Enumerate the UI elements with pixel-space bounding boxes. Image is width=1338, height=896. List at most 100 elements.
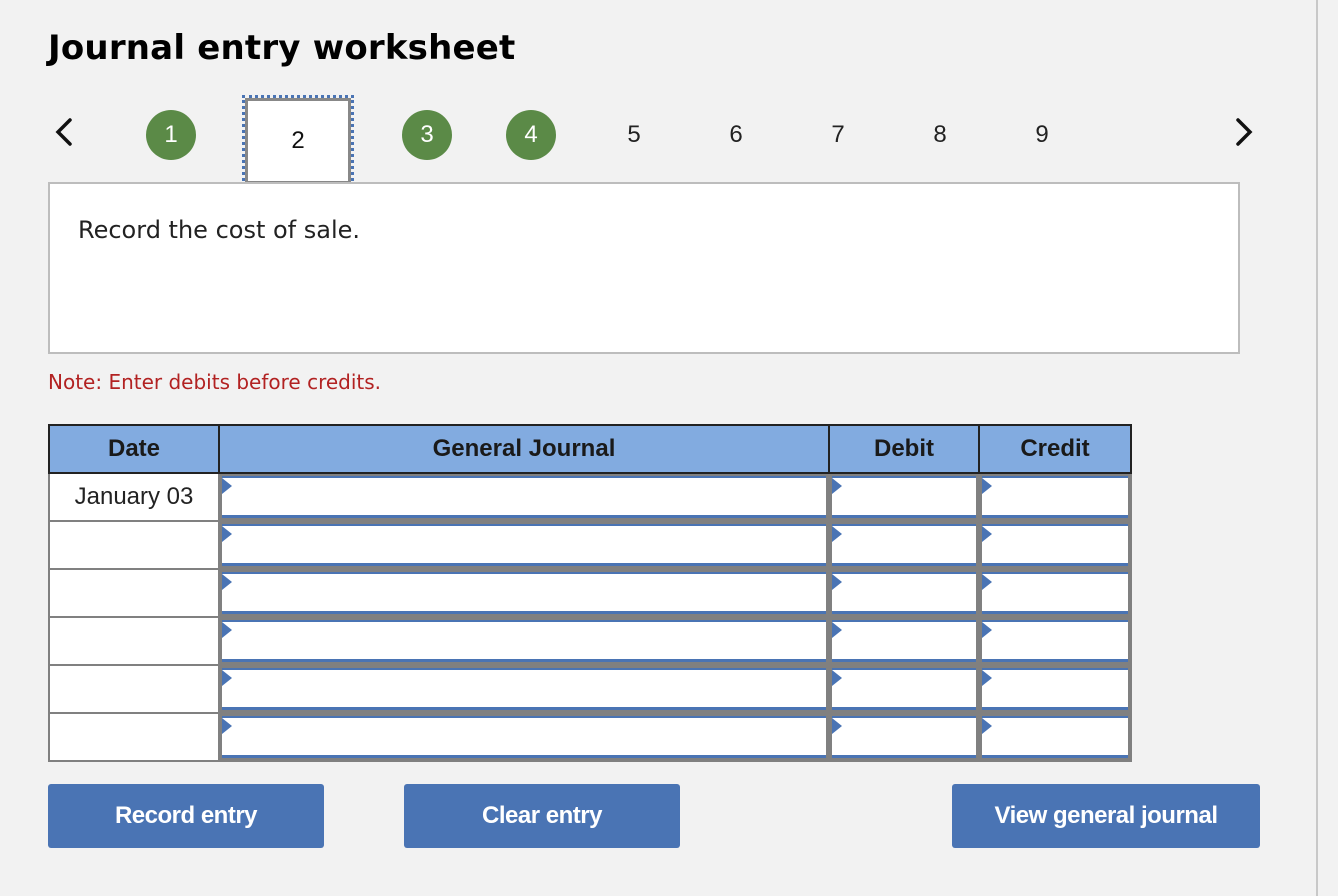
credit-input[interactable] (982, 572, 1128, 614)
step-2[interactable]: 2 (242, 95, 354, 187)
credit-input[interactable] (982, 668, 1128, 710)
account-cell (218, 664, 830, 714)
credit-cell (978, 664, 1132, 714)
account-cell (218, 616, 830, 666)
step-4[interactable]: 4 (506, 110, 556, 160)
table-row: January 03 (48, 472, 1132, 522)
dropdown-marker-icon (982, 478, 992, 494)
debit-cell (828, 616, 980, 666)
dropdown-marker-icon (832, 574, 842, 590)
step-1[interactable]: 1 (146, 110, 196, 160)
table-row (48, 520, 1132, 570)
step-label: 1 (164, 121, 178, 148)
account-input[interactable] (222, 620, 826, 662)
account-cell (218, 520, 830, 570)
account-input[interactable] (222, 668, 826, 710)
note-text: Note: Enter debits before credits. (48, 370, 382, 394)
next-step-button[interactable] (1228, 112, 1258, 152)
account-cell (218, 712, 830, 762)
account-cell (218, 568, 830, 618)
record-entry-button[interactable]: Record entry (48, 784, 324, 848)
dropdown-marker-icon (222, 718, 232, 734)
debit-cell (828, 712, 980, 762)
step-6[interactable]: 6 (711, 110, 761, 160)
dropdown-marker-icon (222, 574, 232, 590)
dropdown-marker-icon (222, 526, 232, 542)
credit-cell (978, 568, 1132, 618)
credit-input[interactable] (982, 524, 1128, 566)
dropdown-marker-icon (832, 622, 842, 638)
header-general-journal: General Journal (218, 424, 830, 474)
account-input[interactable] (222, 572, 826, 614)
credit-cell (978, 616, 1132, 666)
dropdown-marker-icon (982, 670, 992, 686)
step-9[interactable]: 9 (1017, 110, 1067, 160)
header-debit: Debit (828, 424, 980, 474)
dropdown-marker-icon (222, 622, 232, 638)
step-label: 8 (933, 121, 947, 148)
dropdown-marker-icon (832, 670, 842, 686)
step-7[interactable]: 7 (813, 110, 863, 160)
prev-step-button[interactable] (50, 112, 80, 152)
dropdown-marker-icon (832, 526, 842, 542)
date-cell (48, 616, 220, 666)
table-row (48, 712, 1132, 762)
credit-input[interactable] (982, 620, 1128, 662)
chevron-left-icon (55, 118, 72, 146)
debit-input[interactable] (832, 668, 976, 710)
debit-input[interactable] (832, 476, 976, 518)
account-input[interactable] (222, 476, 826, 518)
dropdown-marker-icon (982, 622, 992, 638)
page-title: Journal entry worksheet (48, 28, 516, 68)
step-label: 3 (420, 121, 434, 148)
date-cell (48, 664, 220, 714)
debit-input[interactable] (832, 716, 976, 758)
credit-cell (978, 472, 1132, 522)
debit-cell (828, 664, 980, 714)
debit-input[interactable] (832, 524, 976, 566)
table-row (48, 568, 1132, 618)
chevron-right-icon (1236, 118, 1253, 146)
credit-cell (978, 712, 1132, 762)
journal-table: Date General Journal Debit Credit Januar… (48, 424, 1132, 762)
credit-input[interactable] (982, 716, 1128, 758)
table-row (48, 616, 1132, 666)
credit-input[interactable] (982, 476, 1128, 518)
header-credit: Credit (978, 424, 1132, 474)
debit-input[interactable] (832, 620, 976, 662)
step-8[interactable]: 8 (915, 110, 965, 160)
step-label: 5 (627, 121, 641, 148)
account-cell (218, 472, 830, 522)
dropdown-marker-icon (222, 478, 232, 494)
prompt-box: Record the cost of sale. (48, 182, 1240, 354)
header-date: Date (48, 424, 220, 474)
header-row: Date General Journal Debit Credit (48, 424, 1132, 474)
date-cell (48, 520, 220, 570)
step-3[interactable]: 3 (402, 110, 452, 160)
step-5[interactable]: 5 (609, 110, 659, 160)
account-input[interactable] (222, 524, 826, 566)
step-label: 9 (1035, 121, 1049, 148)
view-general-journal-button[interactable]: View general journal (952, 784, 1260, 848)
step-label: 2 (291, 127, 305, 154)
table-row (48, 664, 1132, 714)
step-label: 6 (729, 121, 743, 148)
clear-entry-button[interactable]: Clear entry (404, 784, 680, 848)
dropdown-marker-icon (832, 718, 842, 734)
credit-cell (978, 520, 1132, 570)
date-cell: January 03 (48, 472, 220, 522)
dropdown-marker-icon (832, 478, 842, 494)
account-input[interactable] (222, 716, 826, 758)
debit-input[interactable] (832, 572, 976, 614)
debit-cell (828, 472, 980, 522)
date-cell (48, 568, 220, 618)
debit-cell (828, 520, 980, 570)
debit-cell (828, 568, 980, 618)
dropdown-marker-icon (982, 526, 992, 542)
date-cell (48, 712, 220, 762)
dropdown-marker-icon (222, 670, 232, 686)
step-label: 7 (831, 121, 845, 148)
dropdown-marker-icon (982, 718, 992, 734)
page-right-border (1316, 0, 1318, 896)
prompt-text: Record the cost of sale. (78, 216, 361, 244)
